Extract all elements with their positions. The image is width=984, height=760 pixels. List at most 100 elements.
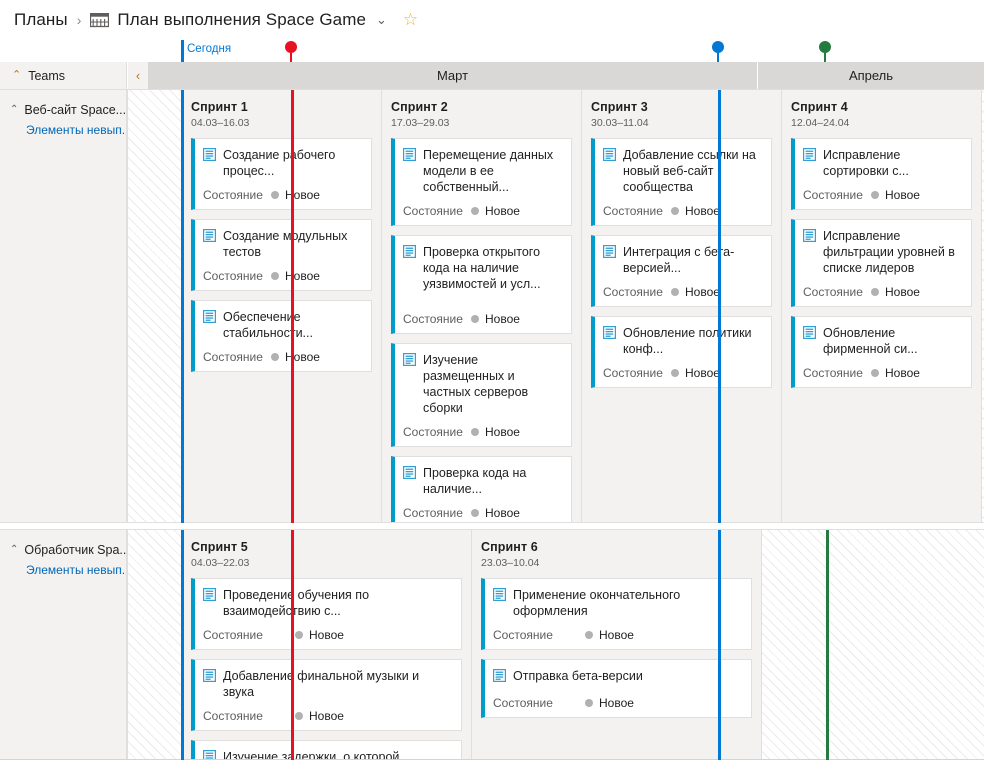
marker-blue-pin[interactable] [712,41,726,62]
work-item-card[interactable]: Исправление сортировки с... Состояние Ново… [791,138,972,210]
state-field-label: Состояние [203,350,263,364]
state-status-dot [871,369,879,377]
work-item-list-icon [602,147,617,166]
work-item-state-row: Состояние Новое [403,204,562,218]
work-item-title: Обновление фирменной си... [823,326,918,356]
work-item-card[interactable]: Интеграция с бета-версией... Состояние Нов… [591,235,772,307]
sprint-title: Спринт 3 [591,100,648,114]
work-item-card[interactable]: Перемещение данных модели в ее собственн… [391,138,572,226]
state-status-dot [271,353,279,361]
state-status-dot [671,207,679,215]
work-item-card[interactable]: Создание рабочего процес... Состояние Ново… [191,138,372,210]
state-status-dot [671,369,679,377]
state-status-dot [271,191,279,199]
chevron-down-icon[interactable]: ⌄ [374,12,389,28]
work-item-list-icon [492,668,507,683]
work-item-list-icon [402,147,417,162]
work-item-card[interactable]: Обеспечение стабильности... Состояние Ново… [191,300,372,372]
star-favorite-icon[interactable]: ☆ [403,10,418,30]
state-status-dot [271,272,279,280]
work-item-card[interactable]: Отправка бета-версии Состояние Новое [481,659,752,718]
state-field-label: Состояние [603,204,663,218]
state-status-dot [585,631,593,639]
work-item-list-icon [402,352,417,371]
work-item-card[interactable]: Изучение размещенных и частных серверов … [391,343,572,447]
work-item-list-icon [402,465,417,480]
state-status-dot [471,509,479,517]
work-item-state-row: Состояние Новое [603,285,762,299]
sprint-title: Спринт 4 [791,100,848,114]
work-item-card-header: Создание рабочего процес... [202,147,362,179]
unplanned-items-link[interactable]: Элементы невып... [26,123,126,137]
marker-red-pin[interactable] [285,41,299,62]
state-value: Новое [885,285,920,299]
chevron-up-icon[interactable]: ⌃ [12,70,21,81]
team-name-label: Веб-сайт Space... [24,103,126,117]
team-row[interactable]: ⌃ Веб-сайт Space... [10,102,126,118]
teams-column-header[interactable]: ⌃ Teams [0,62,127,89]
month-label: Апрель [848,68,894,83]
breadcrumb-root-link[interactable]: Планы [14,10,68,30]
team-row[interactable]: ⌃ Обработчик Spa... [10,542,126,558]
state-field-label: Состояние [403,312,463,326]
work-item-card[interactable]: Добавление финальной музыки и звука Состо… [191,659,462,731]
team-section-website-canvas: Спринт 1 04.03–16.03 Создание рабочего про… [127,90,984,523]
work-item-title: Добавление ссылки на новый веб-сайт сооб… [623,148,756,194]
work-item-list-icon [602,325,617,340]
work-item-card-header: Проведение обучения по взаимодействию с.… [202,587,452,619]
state-field-label: Состояние [203,628,263,642]
work-item-card[interactable]: Проверка открытого кода на наличие уязви… [391,235,572,334]
work-item-state-row: Состояние Новое [803,188,962,202]
sprint-5: Спринт 5 04.03–22.03 Проведение обучения п… [182,530,472,760]
unplanned-items-link[interactable]: Элементы невып... [26,563,126,577]
work-item-state-row: Состояние Новое [403,506,562,520]
sprint-1: Спринт 1 04.03–16.03 Создание рабочего про… [182,90,382,523]
sprint-date-range: 17.03–29.03 [391,117,450,129]
work-item-card-header: Обновление фирменной си... [802,325,962,357]
section-divider-top [0,522,984,523]
work-item-list-icon [402,147,417,166]
work-item-list-icon [202,309,217,328]
pin-stem [717,51,719,62]
work-item-title: Обеспечение стабильности... [223,310,313,340]
work-item-list-icon [802,228,817,247]
chevron-up-icon[interactable]: ⌃ [10,102,18,118]
work-item-card[interactable]: Проверка кода на наличие... Состояние Ново… [391,456,572,523]
work-item-card-header: Исправление фильтрации уровней в списке … [802,228,962,276]
work-item-list-icon [402,244,417,263]
work-item-card[interactable]: Добавление ссылки на новый веб-сайт сооб… [591,138,772,226]
work-item-title: Интеграция с бета-версией... [623,245,735,275]
work-item-card[interactable]: Создание модульных тестов Состояние Новое [191,219,372,291]
work-item-list-icon [202,668,217,687]
chevron-up-icon[interactable]: ⌃ [10,542,18,558]
pin-stem [290,51,292,62]
work-item-card-header: Создание модульных тестов [202,228,362,260]
work-item-card[interactable]: Исправление фильтрации уровней в списке … [791,219,972,307]
work-item-list-icon [492,668,507,687]
state-value: Новое [485,425,520,439]
month-band: Март Апрель [148,62,984,89]
work-item-title: Отправка бета-версии [513,669,643,683]
work-item-card[interactable]: Проведение обучения по взаимодействию с.… [191,578,462,650]
work-item-list-icon [802,325,817,344]
page-title: План выполнения Space Game [117,10,367,29]
plan-timeline: Сегодня ⌃ Teams ‹ Март Апрель ⌃ Веб-сайт S… [0,40,984,760]
work-item-card[interactable]: Изучение задержки, о которой сообщили кл… [191,740,462,760]
work-item-card[interactable]: Обновление политики конф... Состояние Ново… [591,316,772,388]
teams-header-label: Teams [28,68,66,83]
month-cell-2: Апрель [758,62,984,89]
work-item-list-icon [802,325,817,340]
work-item-state-row: Состояние Новое [403,425,562,439]
work-item-state-row: Состояние Новое [493,628,742,642]
state-value: Новое [485,312,520,326]
work-item-card[interactable]: Применение окончательного оформления Сост… [481,578,752,650]
work-item-card[interactable]: Обновление фирменной си... Состояние Новое [791,316,972,388]
marker-green-pin[interactable] [819,41,833,62]
state-value: Новое [285,188,320,202]
work-item-state-row: Состояние Новое [403,312,562,326]
state-status-dot [471,428,479,436]
sprint-date-range: 12.04–24.04 [791,117,850,129]
state-status-dot [295,712,303,720]
collapse-panel-button[interactable]: ‹ [128,62,148,89]
work-item-list-icon [602,147,617,162]
